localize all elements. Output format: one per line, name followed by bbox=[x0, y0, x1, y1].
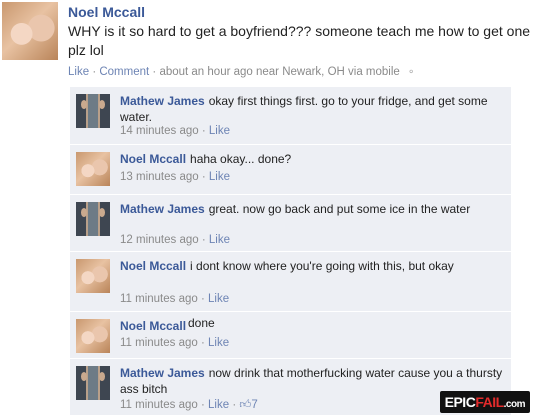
commenter-name[interactable]: Mathew James bbox=[120, 94, 205, 108]
comment-text: i dont know where you're going with this… bbox=[190, 259, 454, 273]
post-timestamp[interactable]: about an hour ago near Newark, OH via mo… bbox=[159, 66, 399, 78]
comment-like-link[interactable]: Like bbox=[209, 234, 230, 246]
commenter-name[interactable]: Noel Mccall bbox=[120, 152, 186, 166]
comment-like-link[interactable]: Like bbox=[208, 337, 229, 349]
commenter-avatar[interactable] bbox=[76, 152, 110, 186]
comment-like-link[interactable]: Like bbox=[209, 125, 230, 137]
commenter-name[interactable]: Mathew James bbox=[120, 202, 205, 216]
comment-meta: 13 minutes ago · Like bbox=[120, 171, 230, 183]
comment-item: Mathew James okay first things first. go … bbox=[70, 86, 511, 144]
status-text: WHY is it so hard to get a boyfriend??? … bbox=[68, 23, 531, 58]
comment-timestamp[interactable]: 12 minutes ago bbox=[120, 234, 199, 246]
comment-body: Noel Mccall haha okay... done? bbox=[120, 151, 505, 167]
comment-meta: 14 minutes ago · Like bbox=[120, 125, 230, 137]
watermark-part: EPIC bbox=[444, 394, 476, 410]
comment-body: Mathew James okay first things first. go … bbox=[120, 93, 505, 125]
poster-avatar[interactable] bbox=[2, 2, 58, 60]
commenter-name[interactable]: Mathew James bbox=[120, 366, 205, 380]
comment-item: Noel Mccall i dont know where you're goin… bbox=[70, 251, 511, 311]
commenter-avatar[interactable] bbox=[76, 94, 110, 128]
comment-item: Noel Mccall done 11 minutes ago · Like bbox=[70, 311, 511, 358]
comment-body: Mathew James great. now go back and put s… bbox=[120, 201, 505, 217]
comment-like-link[interactable]: Like bbox=[209, 171, 230, 183]
commenter-name[interactable]: Noel Mccall bbox=[120, 319, 186, 333]
comment-meta: 11 minutes ago · Like · 👍︎7 bbox=[120, 399, 258, 411]
comment-timestamp[interactable]: 11 minutes ago bbox=[120, 399, 198, 411]
comment-item: Noel Mccall haha okay... done? 13 minutes… bbox=[70, 144, 511, 194]
post-meta: Like · Comment · about an hour ago near … bbox=[68, 66, 415, 78]
comment-timestamp[interactable]: 14 minutes ago bbox=[120, 125, 199, 137]
commenter-avatar[interactable] bbox=[76, 259, 110, 293]
comment-like-link[interactable]: Like bbox=[208, 399, 229, 411]
comment-meta: 11 minutes ago · Like bbox=[120, 337, 230, 349]
comment-text: done bbox=[188, 316, 215, 330]
epicfail-watermark-logo: EPICFAIL.com bbox=[439, 391, 530, 413]
comment-link[interactable]: Comment bbox=[99, 66, 149, 78]
commenter-avatar[interactable] bbox=[76, 202, 110, 236]
commenter-avatar[interactable] bbox=[76, 366, 110, 400]
commenter-name[interactable]: Noel Mccall bbox=[120, 259, 186, 273]
comment-list: Mathew James okay first things first. go … bbox=[70, 86, 511, 415]
comment-body: Noel Mccall i dont know where you're goin… bbox=[120, 258, 505, 274]
comment-item: Mathew James great. now go back and put s… bbox=[70, 194, 511, 251]
comment-meta: 11 minutes ago · Like bbox=[120, 293, 230, 305]
watermark-part: FAIL bbox=[475, 394, 504, 410]
status-post: Noel Mccall WHY is it so hard to get a b… bbox=[0, 0, 533, 415]
comment-timestamp[interactable]: 11 minutes ago bbox=[120, 293, 198, 305]
comment-meta: 12 minutes ago · Like bbox=[120, 234, 230, 246]
comment-timestamp[interactable]: 13 minutes ago bbox=[120, 171, 199, 183]
comment-timestamp[interactable]: 11 minutes ago bbox=[120, 337, 198, 349]
comment-text: great. now go back and put some ice in t… bbox=[208, 202, 471, 216]
like-count[interactable]: 7 bbox=[251, 399, 257, 411]
like-link[interactable]: Like bbox=[68, 66, 89, 78]
comment-text: haha okay... done? bbox=[190, 152, 292, 166]
comment-like-link[interactable]: Like bbox=[208, 293, 229, 305]
watermark-part: .com bbox=[503, 399, 526, 410]
thumbs-up-icon[interactable]: 👍︎ bbox=[239, 399, 251, 411]
commenter-avatar[interactable] bbox=[76, 319, 110, 353]
comment-body: Noel Mccall bbox=[120, 318, 505, 334]
poster-name[interactable]: Noel Mccall bbox=[68, 4, 145, 20]
mobile-icon: ⚬ bbox=[407, 67, 416, 78]
